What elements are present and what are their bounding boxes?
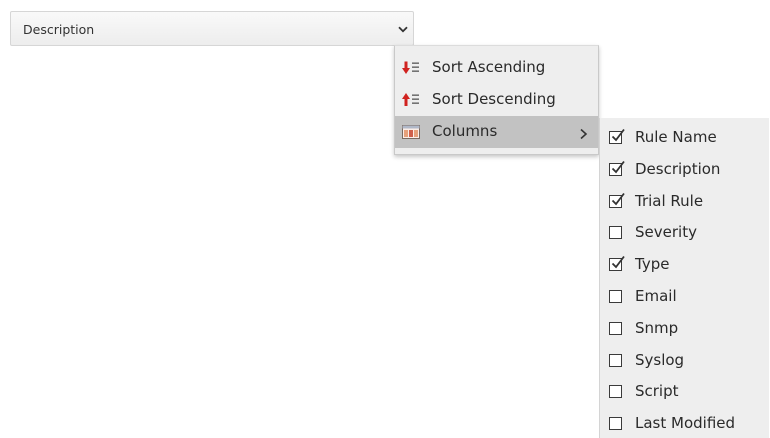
column-header-description[interactable]: Description [10, 11, 414, 46]
menu-item-sort-descending[interactable]: Sort Descending [395, 84, 598, 116]
checkbox-icon[interactable] [609, 321, 622, 335]
checkbox-checked-icon[interactable] [609, 192, 625, 208]
menu-item-columns[interactable]: Columns [395, 116, 598, 148]
grid-column-menu-screen: Description Sort Ascending Sort Descendi… [0, 0, 770, 438]
checkbox-checked-icon[interactable] [609, 160, 625, 176]
column-toggle-label: Syslog [635, 350, 685, 369]
column-toggle-label: Script [635, 382, 679, 401]
column-toggle-label: Description [635, 159, 721, 178]
sort-ascending-icon [402, 61, 420, 75]
column-toggle-item[interactable]: Script [600, 376, 769, 408]
column-toggle-item[interactable]: Severity [600, 217, 769, 249]
columns-submenu: Rule Name Description Trial Rule Severity Ty… [599, 118, 769, 438]
checkbox-icon[interactable] [609, 226, 622, 240]
column-toggle-item[interactable]: Syslog [600, 345, 769, 377]
checkbox-checked-icon[interactable] [609, 128, 625, 144]
column-toggle-label: Last Modified [635, 414, 736, 433]
column-toggle-item[interactable]: Snmp [600, 313, 769, 345]
column-toggle-label: Snmp [635, 318, 679, 337]
menu-item-label: Sort Ascending [432, 58, 546, 76]
column-toggle-item[interactable]: Description [600, 154, 769, 186]
chevron-right-icon [579, 126, 589, 140]
checkbox-icon[interactable] [609, 353, 622, 367]
columns-icon [402, 125, 420, 139]
column-toggle-item[interactable]: Trial Rule [600, 186, 769, 218]
column-toggle-label: Rule Name [635, 128, 717, 146]
checkbox-icon[interactable] [609, 290, 622, 303]
chevron-down-icon[interactable] [395, 21, 411, 37]
checkbox-checked-icon[interactable] [609, 256, 625, 272]
menu-item-label: Sort Descending [432, 90, 556, 108]
column-toggle-label: Type [635, 255, 670, 274]
checkbox-icon[interactable] [609, 385, 622, 399]
column-toggle-item[interactable]: Email [600, 281, 769, 313]
checkbox-icon[interactable] [609, 417, 622, 431]
column-toggle-item[interactable]: Last Modified [600, 408, 769, 438]
column-header-label: Description [23, 22, 95, 37]
menu-item-sort-ascending[interactable]: Sort Ascending [395, 52, 598, 84]
column-toggle-label: Severity [635, 223, 697, 242]
column-toggle-label: Email [635, 287, 677, 305]
column-toggle-item[interactable]: Type [600, 249, 769, 281]
column-toggle-label: Trial Rule [635, 191, 704, 210]
sort-descending-icon [402, 93, 420, 107]
column-menu: Sort Ascending Sort Descending Columns [394, 45, 599, 155]
menu-item-label: Columns [432, 122, 498, 140]
column-toggle-item[interactable]: Rule Name [600, 122, 769, 154]
